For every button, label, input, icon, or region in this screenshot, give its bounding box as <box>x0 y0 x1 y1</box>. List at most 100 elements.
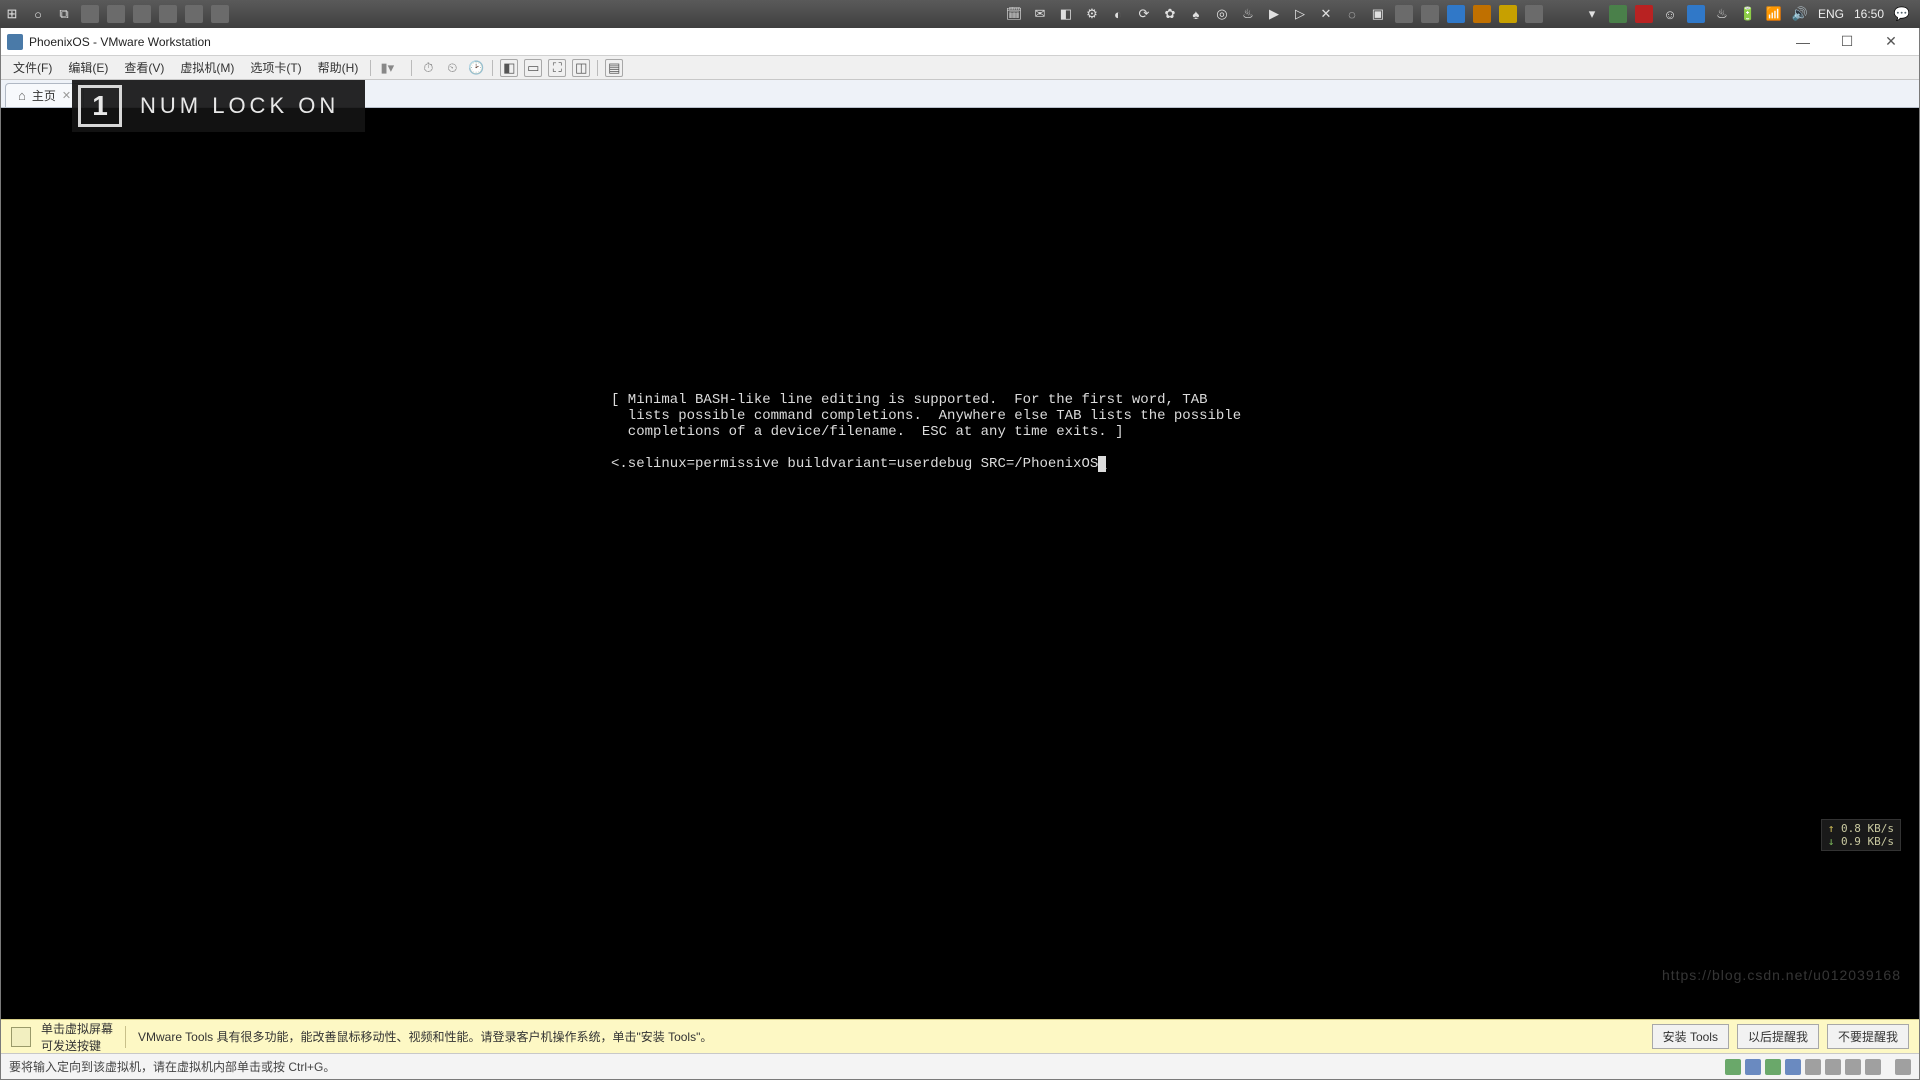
device-net-icon[interactable] <box>1765 1059 1781 1075</box>
tray-icon[interactable]: ◌ <box>1340 2 1364 26</box>
never-remind-button[interactable]: 不要提醒我 <box>1827 1024 1909 1049</box>
tray-icon[interactable]: ▷ <box>1288 2 1312 26</box>
device-misc-icon[interactable] <box>1865 1059 1881 1075</box>
hint-message: VMware Tools 具有很多功能，能改善鼠标移动性、视频和性能。请登录客户… <box>138 1028 712 1045</box>
tray-icon[interactable]: ✿ <box>1158 2 1182 26</box>
tray-icon[interactable]: ▶ <box>1262 2 1286 26</box>
view-stretch-icon[interactable]: ▭ <box>524 59 542 77</box>
home-icon: ⌂ <box>18 88 26 103</box>
tray-small-icon[interactable]: ♨ <box>1710 2 1734 26</box>
window-controls: — ☐ ✕ <box>1781 29 1913 55</box>
view-library-icon[interactable]: ▤ <box>605 59 623 77</box>
tray-icon[interactable]: ✕ <box>1314 2 1338 26</box>
taskview-icon[interactable]: ⧉ <box>52 2 76 26</box>
snapshot-icon[interactable]: ⏱ <box>419 59 437 77</box>
view-unity-icon[interactable]: ◫ <box>572 59 590 77</box>
separator <box>125 1026 126 1048</box>
menu-file[interactable]: 文件(F) <box>5 59 60 76</box>
ime-indicator[interactable]: ENG <box>1814 7 1848 21</box>
tray-small-icon[interactable]: ☺ <box>1658 2 1682 26</box>
menu-vm[interactable]: 虚拟机(M) <box>172 59 242 76</box>
snapshot-revert-icon[interactable]: ⏲ <box>443 59 461 77</box>
netspeed-overlay: 0.8 KB/s 0.9 KB/s <box>1821 819 1901 851</box>
clock[interactable]: 16:50 <box>1850 7 1888 21</box>
vm-guest-display[interactable]: [ Minimal BASH-like line editing is supp… <box>1 108 1919 1019</box>
tab-label: 主页 <box>32 87 56 104</box>
console-prompt: <.selinux=permissive buildvariant=userde… <box>611 456 1098 472</box>
tray-small-icon[interactable] <box>1609 5 1627 23</box>
tray-icon[interactable]: ⚙ <box>1080 2 1104 26</box>
pinned-app-icon[interactable] <box>211 5 229 23</box>
tray-icon[interactable]: ✉ <box>1028 2 1052 26</box>
numlock-osd: 1 NUM LOCK ON <box>72 80 365 132</box>
grub-console: [ Minimal BASH-like line editing is supp… <box>611 376 1241 488</box>
tray-icon[interactable]: 🗓 <box>1002 2 1026 26</box>
view-console-icon[interactable]: ◧ <box>500 59 518 77</box>
message-log-icon[interactable] <box>1895 1059 1911 1075</box>
pinned-app-icon[interactable] <box>81 5 99 23</box>
tab-close-icon[interactable]: ✕ <box>62 89 71 102</box>
volume-icon[interactable]: 🔊 <box>1788 2 1812 26</box>
device-usb-icon[interactable] <box>1785 1059 1801 1075</box>
explorer-icon[interactable] <box>1499 5 1517 23</box>
window-title: PhoenixOS - VMware Workstation <box>29 35 211 49</box>
power-dropdown-icon[interactable]: ▮▾ <box>378 59 396 77</box>
device-printer-icon[interactable] <box>1825 1059 1841 1075</box>
statusbar: 要将输入定向到该虚拟机，请在虚拟机内部单击或按 Ctrl+G。 <box>1 1053 1919 1079</box>
tray-icon[interactable]: ◐ <box>1106 2 1130 26</box>
close-button[interactable]: ✕ <box>1869 29 1913 55</box>
device-sound-icon[interactable] <box>1805 1059 1821 1075</box>
watermark: https://blog.csdn.net/u012039168 <box>1662 967 1901 983</box>
titlebar: PhoenixOS - VMware Workstation — ☐ ✕ <box>1 28 1919 56</box>
tray-icon[interactable]: ▣ <box>1366 2 1390 26</box>
hint-actions: 安装 Tools 以后提醒我 不要提醒我 <box>1652 1024 1909 1049</box>
view-fullscreen-icon[interactable]: ⛶ <box>548 59 566 77</box>
pinned-app-icon[interactable] <box>133 5 151 23</box>
tray-small-icon[interactable] <box>1635 5 1653 23</box>
device-hdd-icon[interactable] <box>1725 1059 1741 1075</box>
menubar: 文件(F) 编辑(E) 查看(V) 虚拟机(M) 选项卡(T) 帮助(H) ▮▾… <box>1 56 1919 80</box>
hint-left: 单击虚拟屏幕 可发送按键 <box>11 1020 113 1054</box>
hint-left-text: 单击虚拟屏幕 可发送按键 <box>41 1020 113 1054</box>
minimize-button[interactable]: — <box>1781 29 1825 55</box>
status-text: 要将输入定向到该虚拟机，请在虚拟机内部单击或按 Ctrl+G。 <box>9 1058 335 1075</box>
menu-help[interactable]: 帮助(H) <box>310 59 367 76</box>
console-line: lists possible command completions. Anyw… <box>611 408 1241 424</box>
separator <box>370 60 371 76</box>
separator <box>411 60 412 76</box>
remind-later-button[interactable]: 以后提醒我 <box>1737 1024 1819 1049</box>
action-center-icon[interactable]: 💬 <box>1890 2 1914 26</box>
hint-left-line2: 可发送按键 <box>41 1037 113 1054</box>
menu-edit[interactable]: 编辑(E) <box>60 59 116 76</box>
pinned-app-icon[interactable] <box>107 5 125 23</box>
device-display-icon[interactable] <box>1845 1059 1861 1075</box>
tray-icon[interactable]: ⟳ <box>1132 2 1156 26</box>
network-icon[interactable]: 📶 <box>1762 2 1786 26</box>
menu-tabs[interactable]: 选项卡(T) <box>242 59 309 76</box>
tray-chevron-icon[interactable]: ▾ <box>1580 2 1604 26</box>
pinned-app-icon[interactable] <box>185 5 203 23</box>
install-tools-button[interactable]: 安装 Tools <box>1652 1024 1729 1049</box>
tray-app-icon[interactable] <box>1421 5 1439 23</box>
tray-app-icon[interactable] <box>1525 5 1543 23</box>
battery-icon[interactable]: 🔋 <box>1736 2 1760 26</box>
cortana-icon[interactable]: ○ <box>26 2 50 26</box>
edge-icon[interactable] <box>1447 5 1465 23</box>
tray-icon[interactable]: ◎ <box>1210 2 1234 26</box>
os-taskbar-right: 🗓 ✉ ◧ ⚙ ◐ ⟳ ✿ ♠ ◎ ♨ ▶ ▷ ✕ ◌ ▣ ▾ ☺ ♨ 🔋 📶 … <box>1002 0 1920 28</box>
tray-icon[interactable]: ♠ <box>1184 2 1208 26</box>
separator <box>492 60 493 76</box>
menu-view[interactable]: 查看(V) <box>116 59 172 76</box>
snapshot-manager-icon[interactable]: 🕑 <box>467 59 485 77</box>
maximize-button[interactable]: ☐ <box>1825 29 1869 55</box>
start-icon[interactable]: ⊞ <box>0 2 24 26</box>
device-cd-icon[interactable] <box>1745 1059 1761 1075</box>
pinned-app-icon[interactable] <box>159 5 177 23</box>
status-device-icons <box>1725 1059 1911 1075</box>
vmware-taskbar-icon[interactable] <box>1473 5 1491 23</box>
tray-app-icon[interactable] <box>1395 5 1413 23</box>
separator <box>597 60 598 76</box>
tray-icon[interactable]: ♨ <box>1236 2 1260 26</box>
tray-icon[interactable]: ◧ <box>1054 2 1078 26</box>
tray-small-icon[interactable] <box>1687 5 1705 23</box>
